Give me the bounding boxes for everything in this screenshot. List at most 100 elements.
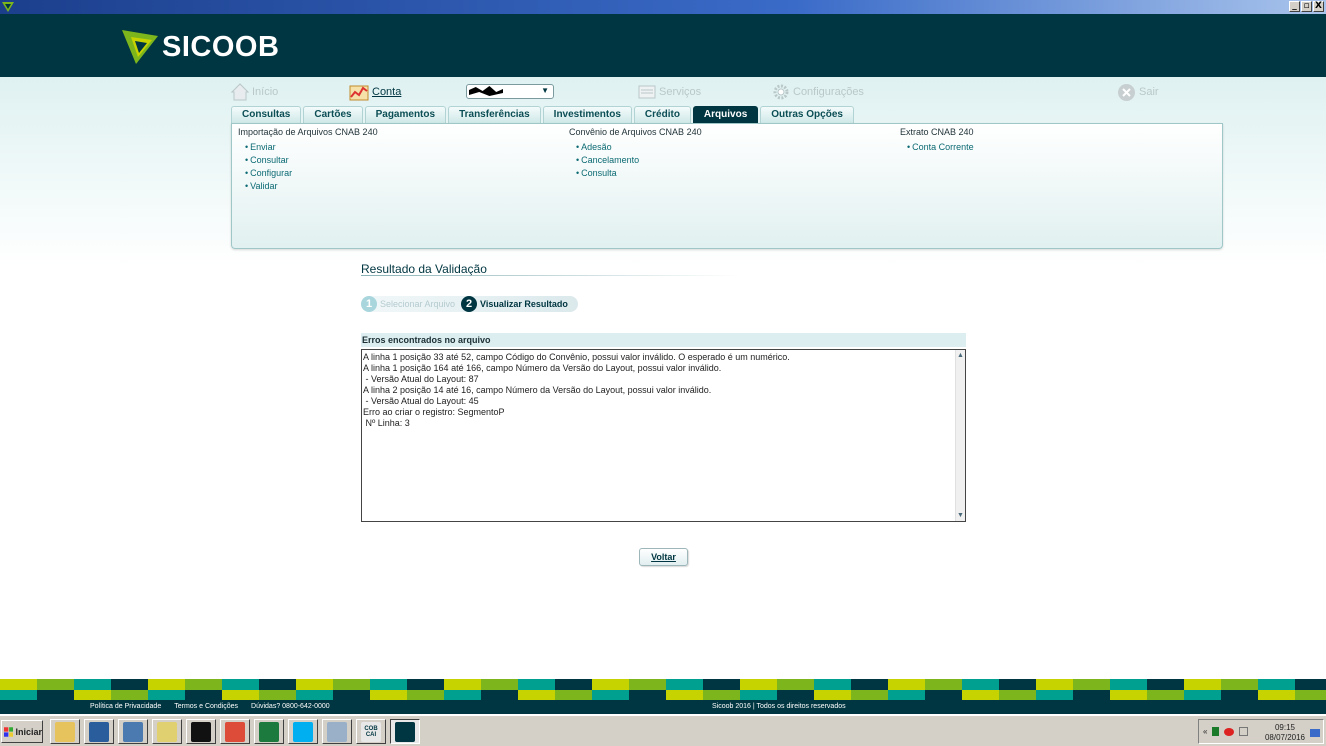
text-editor-icon xyxy=(123,721,143,742)
mosaic-tile xyxy=(111,689,148,700)
footer-link-termos[interactable]: Termos e Condições xyxy=(174,703,238,710)
submenu-item-cancelamento[interactable]: • Cancelamento xyxy=(576,154,702,167)
tab-outras-opcoes[interactable]: Outras Opções xyxy=(760,106,854,123)
submenu-item-consultar[interactable]: • Consultar xyxy=(245,154,378,167)
tab-cartoes[interactable]: Cartões xyxy=(303,106,363,123)
submenu-item-configurar[interactable]: • Configurar xyxy=(245,167,378,180)
nav-configuracoes[interactable]: Configurações xyxy=(772,82,864,102)
mosaic-tile xyxy=(1110,679,1147,690)
mosaic-tile xyxy=(222,679,259,690)
services-icon xyxy=(638,85,656,99)
mosaic-tile xyxy=(925,679,962,690)
mosaic-tile xyxy=(1147,679,1184,690)
errors-scrollbar[interactable]: ▲ ▼ xyxy=(955,350,965,521)
submenu-item-validar[interactable]: • Validar xyxy=(245,180,378,193)
taskbar-app-button[interactable] xyxy=(50,719,80,744)
gear-icon xyxy=(773,84,789,100)
mosaic-row xyxy=(0,679,1326,690)
nav-servicos[interactable]: Serviços xyxy=(638,82,701,102)
taskbar-app-button[interactable] xyxy=(220,719,250,744)
mosaic-tile xyxy=(1073,679,1110,690)
tray-expand-icon[interactable]: « xyxy=(1203,727,1207,736)
submenu-item-enviar[interactable]: • Enviar xyxy=(245,141,378,154)
logo-text: SICOOB xyxy=(162,30,280,63)
taskbar-app-button[interactable] xyxy=(84,719,114,744)
mosaic-tile xyxy=(1221,679,1258,690)
mosaic-tile xyxy=(333,679,370,690)
sicoob-logo[interactable]: SICOOB xyxy=(122,30,279,64)
scroll-up-icon[interactable]: ▲ xyxy=(956,351,965,360)
mosaic-tile xyxy=(814,689,851,700)
taskbar-clock[interactable]: 09:15 08/07/2016 xyxy=(1265,723,1305,743)
step-number: 1 xyxy=(361,296,377,312)
nav-conta[interactable]: Conta xyxy=(349,82,401,102)
submenu-extrato: Extrato CNAB 240 • Conta Corrente xyxy=(900,127,974,154)
mosaic-tile xyxy=(148,689,185,700)
errors-textarea[interactable]: A linha 1 posição 33 até 52, campo Códig… xyxy=(361,349,966,522)
tray-network-icon[interactable] xyxy=(1239,727,1249,736)
tab-pagamentos[interactable]: Pagamentos xyxy=(364,106,447,123)
minimize-button[interactable]: _ xyxy=(1289,1,1300,12)
mosaic-tile xyxy=(925,689,962,700)
submenu-item-consulta[interactable]: • Consulta xyxy=(576,167,702,180)
close-button[interactable]: X xyxy=(1313,1,1324,12)
mosaic-tile xyxy=(1073,689,1110,700)
step-label: Visualizar Resultado xyxy=(480,299,568,309)
submenu-convenio: Convênio de Arquivos CNAB 240 • Adesão • C… xyxy=(569,127,702,180)
mosaic-tile xyxy=(851,689,888,700)
mosaic-tile xyxy=(1184,679,1221,690)
mosaic-tile xyxy=(333,689,370,700)
sicoob-app-icon xyxy=(2,2,14,12)
tab-transferencias[interactable]: Transferências xyxy=(448,106,541,123)
tray-alert-icon[interactable] xyxy=(1224,727,1235,736)
cobcai-icon: COB CAI xyxy=(361,721,381,742)
mosaic-tile xyxy=(185,679,222,690)
taskbar-app-button[interactable] xyxy=(152,719,182,744)
taskbar-app-button[interactable] xyxy=(186,719,216,744)
terminal-icon xyxy=(191,721,211,742)
scroll-down-icon[interactable]: ▼ xyxy=(956,511,965,520)
mosaic-tile xyxy=(1036,689,1073,700)
mosaic-tile xyxy=(1221,689,1258,700)
taskbar-app-button[interactable] xyxy=(322,719,352,744)
restore-button[interactable]: ▫ xyxy=(1301,1,1312,12)
wizard-steps: 1 Selecionar Arquivo 2 Visualizar Result… xyxy=(361,296,578,312)
mosaic-tile xyxy=(740,689,777,700)
taskbar-app-button[interactable] xyxy=(288,719,318,744)
mosaic-tile xyxy=(148,679,185,690)
submenu-item-adesao[interactable]: • Adesão xyxy=(576,141,702,154)
mosaic-tile xyxy=(1036,679,1073,690)
taskbar-app-button[interactable]: COB CAI xyxy=(356,719,386,744)
mosaic-tile xyxy=(1258,689,1295,700)
tab-investimentos[interactable]: Investimentos xyxy=(542,106,632,123)
nav-sair-label: Sair xyxy=(1139,86,1159,98)
site-footer: Política de Privacidade Termos e Condiçõ… xyxy=(0,700,1326,714)
tab-credito[interactable]: Crédito xyxy=(633,106,691,123)
taskbar-app-button[interactable] xyxy=(390,719,420,744)
tab-consultas[interactable]: Consultas xyxy=(231,106,302,123)
show-desktop-icon[interactable] xyxy=(1310,729,1320,737)
mosaic-tile xyxy=(740,679,777,690)
windows-logo-icon xyxy=(4,726,14,737)
mosaic-tile xyxy=(1295,679,1326,690)
mosaic-tile xyxy=(185,689,222,700)
submenu-title: Extrato CNAB 240 xyxy=(900,127,974,137)
nav-inicio[interactable]: Início xyxy=(231,82,278,102)
mosaic-tile xyxy=(518,679,555,690)
nav-inicio-label: Início xyxy=(252,86,279,98)
account-selector[interactable]: ▼ xyxy=(466,84,554,99)
mosaic-tile xyxy=(777,679,814,690)
taskbar-app-button[interactable] xyxy=(118,719,148,744)
footer-link-privacidade[interactable]: Política de Privacidade xyxy=(90,703,161,710)
mosaic-tile xyxy=(592,679,629,690)
tab-arquivos[interactable]: Arquivos xyxy=(692,106,759,123)
start-button[interactable]: Iniciar xyxy=(1,720,43,743)
submenu-item-conta-corrente[interactable]: • Conta Corrente xyxy=(907,141,974,154)
mosaic-tile xyxy=(444,679,481,690)
mosaic-tile xyxy=(777,689,814,700)
back-button[interactable]: Voltar xyxy=(639,548,688,566)
taskbar-app-button[interactable] xyxy=(254,719,284,744)
tray-app-icon[interactable] xyxy=(1212,727,1220,736)
mosaic-tile xyxy=(888,679,925,690)
nav-sair[interactable]: Sair xyxy=(1117,82,1159,102)
